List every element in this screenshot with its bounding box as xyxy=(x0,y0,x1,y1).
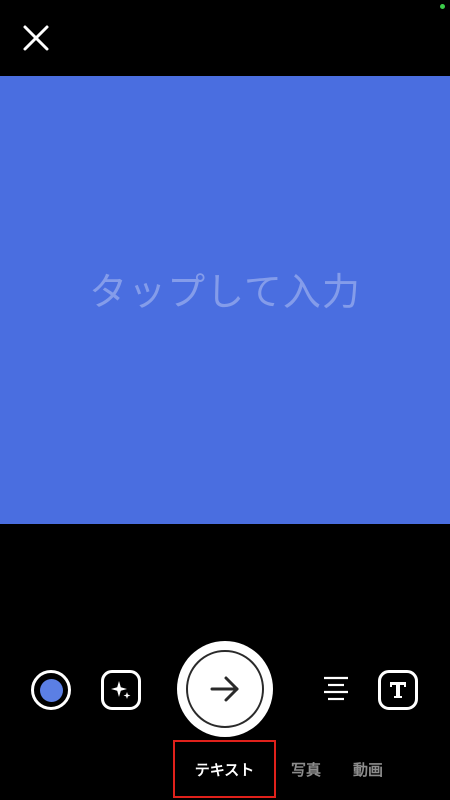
color-picker-icon xyxy=(39,678,63,702)
align-center-icon xyxy=(324,676,348,701)
close-icon xyxy=(23,25,49,51)
font-style-button[interactable] xyxy=(378,670,418,710)
text-canvas[interactable]: タップして入力 xyxy=(0,76,450,524)
text-style-icon xyxy=(390,682,406,698)
tab-text[interactable]: テキスト xyxy=(173,740,276,798)
canvas-placeholder: タップして入力 xyxy=(89,269,361,314)
sparkle-icon xyxy=(111,681,131,699)
tab-video[interactable]: 動画 xyxy=(346,740,390,798)
close-button[interactable] xyxy=(18,20,54,56)
send-button-ring xyxy=(186,650,264,728)
color-picker-button[interactable] xyxy=(31,670,71,710)
effects-button[interactable] xyxy=(101,670,141,710)
status-indicator xyxy=(440,4,445,9)
mode-tabs: テキスト 写真 動画 xyxy=(0,740,450,798)
tab-photo[interactable]: 写真 xyxy=(284,740,328,798)
text-align-button[interactable] xyxy=(318,673,354,709)
arrow-right-icon xyxy=(210,676,239,702)
send-button[interactable] xyxy=(177,641,273,737)
